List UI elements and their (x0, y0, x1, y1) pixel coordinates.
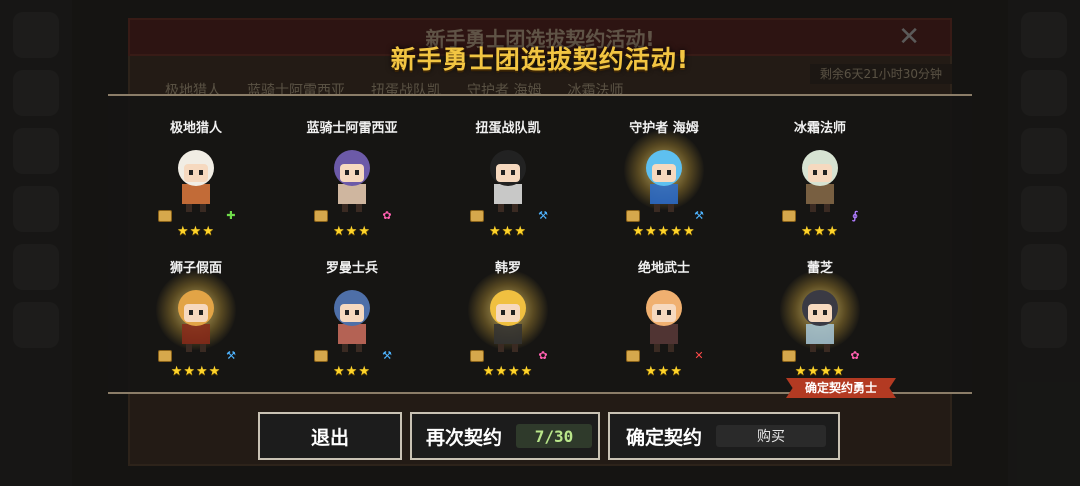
buy-label: 购买 (716, 425, 827, 447)
hero-grid: 极地猎人 ✚ ★★★ 蓝骑士阿雷西亚 ✿ ★★★ 扭蛋战队凯 ⚒ ★★★ 守护者 海姆 ⚒ ★★★★★… (118, 100, 966, 380)
scroll-icon (782, 350, 796, 362)
star-rating: ★★★★★ (632, 224, 696, 239)
menu-icon (1021, 186, 1067, 232)
exit-label: 退出 (310, 426, 349, 449)
element-icon: ⚒ (226, 348, 236, 362)
hero-card[interactable]: 罗曼士兵 ⚒ ★★★ (274, 240, 430, 380)
menu-icon (1021, 128, 1067, 174)
recontract-label: 再次契约 (426, 426, 503, 449)
hero-name: 极地猎人 (169, 121, 222, 136)
scroll-icon (626, 350, 640, 362)
star-rating: ★★★ (177, 224, 215, 239)
star-rating: ★★★ (801, 224, 839, 239)
menu-icon (13, 70, 59, 116)
star-rating: ★★★★ (170, 364, 222, 379)
hero-card[interactable]: 极地猎人 ✚ ★★★ (118, 100, 274, 240)
menu-icon (13, 186, 59, 232)
menu-icon (13, 244, 59, 290)
star-rating: ★★★ (489, 224, 527, 239)
scroll-icon (470, 350, 484, 362)
hero-card[interactable]: 守护者 海姆 ⚒ ★★★★★ (586, 100, 742, 240)
scroll-icon (782, 210, 796, 222)
scroll-icon (626, 210, 640, 222)
element-icon: ⚒ (694, 208, 704, 222)
hero-name: 守护者 海姆 (629, 121, 699, 136)
hero-sprite (802, 150, 838, 212)
menu-icon (13, 302, 59, 348)
hero-sprite (802, 290, 838, 352)
menu-icon (1021, 244, 1067, 290)
scroll-icon (314, 350, 328, 362)
hero-name: 罗曼士兵 (325, 261, 378, 276)
confirm-contract-button[interactable]: 确定契约 购买 (608, 412, 840, 460)
confirmed-hero-ribbon: 确定契约勇士 (786, 378, 896, 398)
hero-name: 冰霜法师 (793, 121, 846, 136)
element-icon: ✿ (538, 348, 548, 362)
hero-card[interactable]: 蓝骑士阿雷西亚 ✿ ★★★ (274, 100, 430, 240)
scroll-icon (314, 210, 328, 222)
star-rating: ★★★★ (794, 364, 846, 379)
hero-sprite (646, 150, 682, 212)
recontract-button[interactable]: 再次契约 7/30 (410, 412, 600, 460)
hero-card[interactable]: 绝地武士 ✕ ★★★ (586, 240, 742, 380)
scroll-icon (158, 210, 172, 222)
hero-sprite (334, 150, 370, 212)
star-rating: ★★★ (333, 364, 371, 379)
menu-icon (13, 128, 59, 174)
page-title: 新手勇士团选拔契约活动! (390, 45, 690, 74)
confirm-contract-label: 确定契约 (626, 426, 703, 449)
menu-icon (1021, 302, 1067, 348)
hero-name: 狮子假面 (169, 261, 222, 276)
hero-sprite (178, 290, 214, 352)
hero-sprite (334, 290, 370, 352)
star-rating: ★★★ (333, 224, 371, 239)
scroll-icon (470, 210, 484, 222)
element-icon: ✿ (382, 208, 392, 222)
hero-card[interactable]: 狮子假面 ⚒ ★★★★ (118, 240, 274, 380)
menu-icon (1021, 70, 1067, 116)
scroll-icon (158, 350, 172, 362)
hero-name: 蕾芝 (806, 261, 833, 276)
hero-name: 绝地武士 (637, 261, 690, 276)
hero-sprite (178, 150, 214, 212)
hero-name: 扭蛋战队凯 (475, 121, 541, 136)
hero-card[interactable]: 韩罗 ✿ ★★★★ (430, 240, 586, 380)
hero-sprite (646, 290, 682, 352)
hero-card[interactable]: 蕾芝 ✿ ★★★★ (742, 240, 898, 380)
element-icon: ∮ (851, 208, 859, 222)
element-icon: ✕ (694, 348, 704, 362)
star-rating: ★★★ (645, 364, 683, 379)
exit-button[interactable]: 退出 (258, 412, 402, 460)
hero-card[interactable]: 扭蛋战队凯 ⚒ ★★★ (430, 100, 586, 240)
element-icon: ⚒ (538, 208, 548, 222)
star-rating: ★★★★ (482, 364, 534, 379)
element-icon: ✚ (226, 208, 236, 222)
hero-name: 蓝骑士阿雷西亚 (306, 121, 398, 136)
hero-card[interactable]: 冰霜法师 ∮ ★★★ (742, 100, 898, 240)
hero-name: 韩罗 (494, 261, 521, 276)
recontract-counter: 7/30 (516, 424, 593, 448)
element-icon: ✿ (850, 348, 860, 362)
element-icon: ⚒ (382, 348, 392, 362)
hero-sprite (490, 150, 526, 212)
hero-sprite (490, 290, 526, 352)
